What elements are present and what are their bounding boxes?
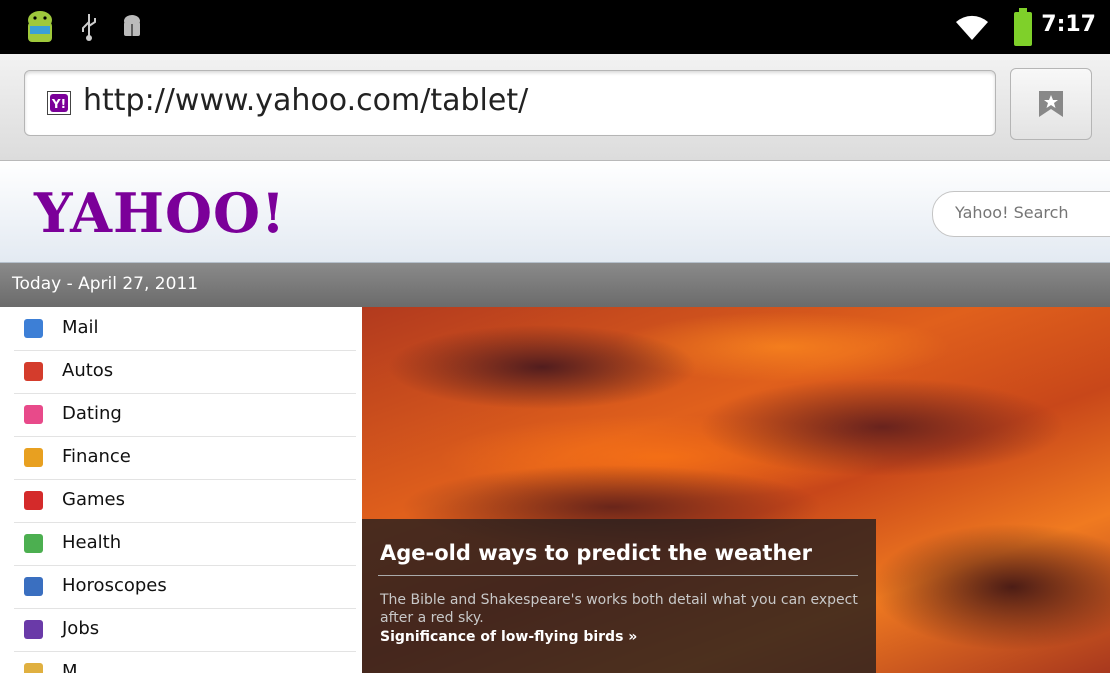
sidebar-item-label: M... — [62, 661, 95, 673]
sidebar-item-mail[interactable]: Mail — [14, 307, 356, 351]
sidebar-item-maps[interactable]: M... — [14, 651, 356, 673]
jobs-icon — [24, 620, 43, 639]
sidebar-item-games[interactable]: Games — [14, 479, 356, 523]
sidebar-item-health[interactable]: Health — [14, 522, 356, 566]
svg-text:Y!: Y! — [51, 97, 66, 111]
maps-icon — [24, 663, 43, 673]
yahoo-logo[interactable]: YAHOO! — [34, 181, 286, 245]
android-robot-icon — [28, 11, 52, 42]
featured-story-title[interactable]: Age-old ways to predict the weather — [380, 541, 812, 565]
sidebar-item-label: Health — [62, 532, 122, 553]
status-time: 7:17 — [1041, 12, 1096, 37]
date-text: Today - April 27, 2011 — [12, 274, 199, 294]
featured-story-caption: Age-old ways to predict the weather The … — [362, 519, 876, 673]
dice-icon — [24, 491, 43, 510]
featured-story-image[interactable]: Age-old ways to predict the weather The … — [362, 307, 1110, 673]
browser-toolbar: Y! http://www.yahoo.com/tablet/ — [0, 54, 1110, 161]
sidebar-item-label: Horoscopes — [62, 575, 167, 596]
caption-divider — [378, 575, 858, 576]
sidebar-item-jobs[interactable]: Jobs — [14, 608, 356, 652]
date-bar: Today - April 27, 2011 — [0, 263, 1110, 307]
sidebar-item-autos[interactable]: Autos — [14, 350, 356, 394]
featured-story-link[interactable]: Significance of low-flying birds » — [380, 629, 637, 645]
sidebar-item-dating[interactable]: Dating — [14, 393, 356, 437]
sidebar: Mail Autos Dating Finance Games Health H… — [0, 307, 362, 673]
featured-story-summary: The Bible and Shakespeare's works both d… — [380, 592, 858, 626]
sidebar-item-label: Autos — [62, 360, 114, 381]
battery-icon — [1014, 8, 1032, 46]
sidebar-item-label: Games — [62, 489, 125, 510]
heart-icon — [24, 405, 43, 424]
url-field[interactable]: Y! http://www.yahoo.com/tablet/ — [24, 70, 996, 136]
bookmark-icon — [1039, 91, 1063, 117]
usb-icon — [82, 14, 96, 41]
bookmark-button[interactable] — [1010, 68, 1092, 140]
sidebar-item-horoscopes[interactable]: Horoscopes — [14, 565, 356, 609]
site-header: YAHOO! — [0, 161, 1110, 263]
search-input[interactable] — [955, 203, 1110, 222]
debug-icon — [124, 15, 140, 36]
sidebar-item-label: Jobs — [62, 618, 100, 639]
mail-icon — [24, 319, 43, 338]
wifi-icon — [956, 15, 988, 40]
sidebar-item-finance[interactable]: Finance — [14, 436, 356, 480]
car-icon — [24, 362, 43, 381]
sidebar-item-label: Dating — [62, 403, 122, 424]
health-icon — [24, 534, 43, 553]
search-box[interactable] — [932, 191, 1110, 237]
status-bar: 7:17 — [0, 0, 1110, 54]
url-text: http://www.yahoo.com/tablet/ — [83, 83, 529, 118]
sidebar-item-label: Mail — [62, 317, 99, 338]
sidebar-item-label: Finance — [62, 446, 131, 467]
yahoo-favicon-icon: Y! — [47, 91, 71, 115]
chart-icon — [24, 448, 43, 467]
horoscope-icon — [24, 577, 43, 596]
